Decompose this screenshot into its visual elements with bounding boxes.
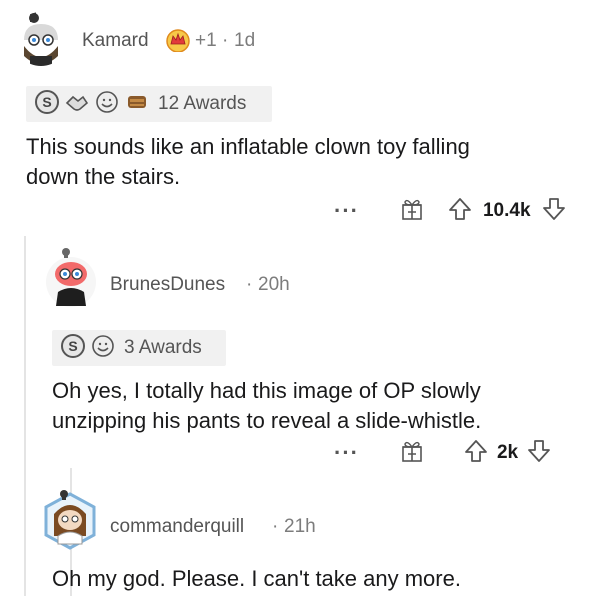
username[interactable]: BrunesDunes bbox=[110, 274, 225, 296]
comment-body: Oh yes, I totally had this image of OP s… bbox=[52, 376, 481, 436]
avatar-image bbox=[44, 490, 96, 550]
awards-bar[interactable]: S 12 Awards bbox=[26, 86, 272, 122]
vote-count: 10.4k bbox=[482, 200, 531, 221]
svg-text:S: S bbox=[42, 94, 51, 110]
comment-body-line: Oh yes, I totally had this image of OP s… bbox=[52, 378, 481, 403]
separator: · bbox=[272, 516, 279, 537]
separator: · bbox=[222, 30, 229, 51]
wholesome-award-icon bbox=[94, 89, 120, 120]
wholesome-award-icon bbox=[90, 333, 116, 364]
comment-body-line: unzipping his pants to reveal a slide-wh… bbox=[52, 408, 482, 433]
comment-body-line: This sounds like an inflatable clown toy… bbox=[26, 134, 470, 159]
avatar[interactable] bbox=[44, 248, 98, 308]
username[interactable]: commanderquill bbox=[110, 516, 244, 538]
more-options-button[interactable]: ··· bbox=[334, 440, 359, 466]
comment-body-line: down the stairs. bbox=[26, 164, 181, 189]
awards-bar[interactable]: S 3 Awards bbox=[52, 330, 226, 366]
gift-award-icon[interactable] bbox=[399, 438, 425, 469]
silver-award-icon: S bbox=[60, 333, 86, 364]
username[interactable]: Kamard bbox=[82, 30, 149, 52]
comment-actions: ··· 2k bbox=[334, 438, 552, 468]
thread-line[interactable] bbox=[24, 236, 26, 596]
avatar-image bbox=[14, 12, 68, 66]
avatar[interactable] bbox=[40, 490, 100, 552]
svg-text:S: S bbox=[68, 338, 77, 354]
comment-age[interactable]: 21h bbox=[284, 516, 316, 538]
downvote-icon[interactable] bbox=[541, 196, 567, 227]
upvote-icon[interactable] bbox=[463, 438, 489, 469]
separator: · bbox=[246, 274, 253, 295]
avatar[interactable] bbox=[14, 12, 68, 66]
avatar-image bbox=[46, 248, 96, 307]
comment-body-line: Oh my god. Please. I can't take any more… bbox=[52, 566, 461, 591]
downvote-icon[interactable] bbox=[526, 438, 552, 469]
upvote-icon[interactable] bbox=[447, 196, 473, 227]
awards-count: 12 Awards bbox=[158, 93, 247, 114]
vote-count: 2k bbox=[496, 442, 519, 463]
silver-award-icon: S bbox=[34, 89, 60, 120]
helpful-award-icon bbox=[124, 89, 150, 120]
handshake-award-icon bbox=[64, 89, 90, 120]
comment-age[interactable]: 1d bbox=[234, 30, 255, 52]
gift-award-icon[interactable] bbox=[399, 196, 425, 227]
comment-body: Oh my god. Please. I can't take any more… bbox=[52, 564, 461, 594]
comment-actions: ··· 10.4k bbox=[334, 196, 567, 226]
more-options-button[interactable]: ··· bbox=[334, 198, 359, 224]
score-delta: +1 bbox=[195, 30, 217, 51]
comment-body: This sounds like an inflatable clown toy… bbox=[26, 132, 470, 192]
crown-flair-icon bbox=[165, 28, 191, 57]
awards-count: 3 Awards bbox=[124, 337, 202, 358]
comment-age[interactable]: 20h bbox=[258, 274, 290, 296]
